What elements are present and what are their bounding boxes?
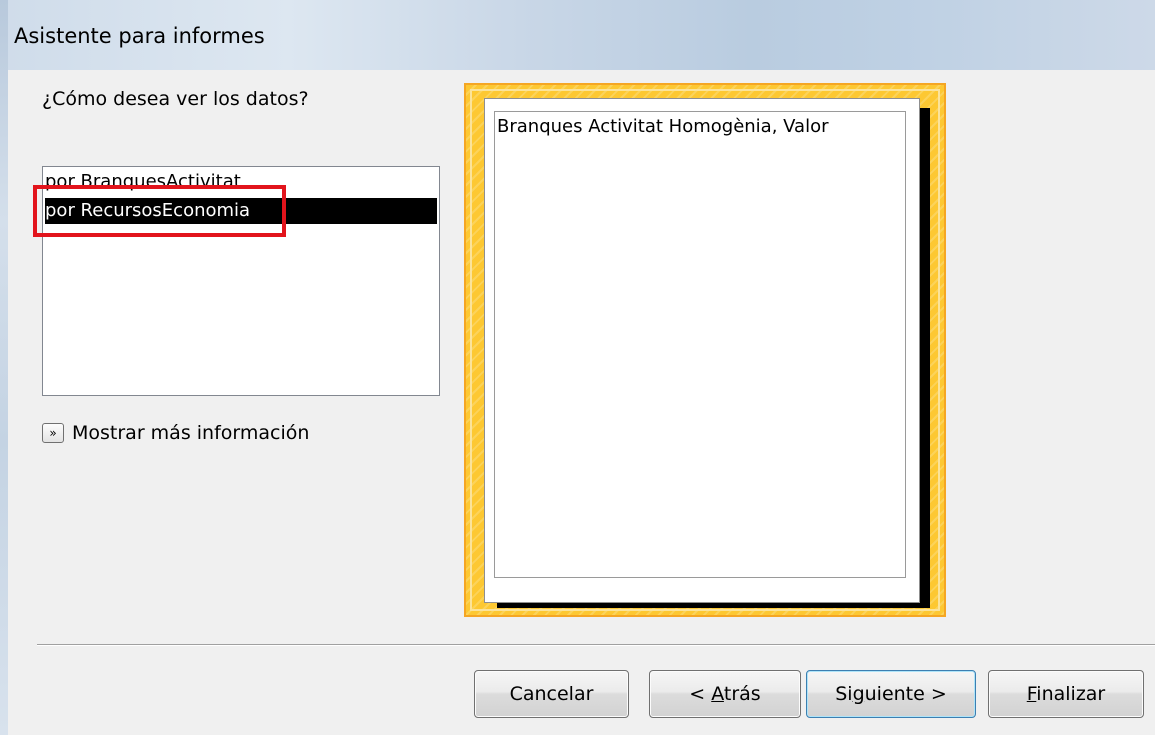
next-button[interactable]: Siguiente >	[806, 670, 976, 718]
back-button[interactable]: < Atrás	[649, 670, 801, 718]
next-button-mnemonic: g	[852, 683, 865, 705]
preview-field-text: Branques Activitat Homogènia, Valor	[497, 116, 829, 137]
view-question-label: ¿Cómo desea ver los datos?	[42, 88, 309, 110]
show-more-info-label[interactable]: Mostrar más información	[72, 422, 309, 444]
next-button-rest: uiente >	[864, 683, 947, 705]
back-button-rest: trás	[723, 683, 761, 705]
cancel-button-label: Cancelar	[509, 683, 594, 705]
next-button-prefix: Si	[835, 683, 853, 705]
preview-page-content: Branques Activitat Homogènia, Valor	[494, 111, 906, 578]
back-button-prefix: <	[689, 683, 712, 705]
finish-button-rest: inalizar	[1036, 683, 1106, 705]
annotation-highlight-box	[33, 185, 286, 237]
double-chevron-icon[interactable]: »	[42, 423, 64, 443]
window-title: Asistente para informes	[14, 24, 265, 48]
title-bar[interactable]: Asistente para informes	[0, 0, 1155, 70]
cancel-button[interactable]: Cancelar	[474, 670, 629, 718]
report-wizard-window: Asistente para informes ¿Cómo desea ver …	[0, 0, 1155, 735]
show-more-info[interactable]: » Mostrar más información	[42, 420, 309, 446]
finish-button[interactable]: Finalizar	[988, 670, 1144, 718]
finish-button-mnemonic: F	[1026, 683, 1037, 705]
button-separator	[37, 644, 1155, 646]
window-frame-edge	[0, 0, 8, 735]
back-button-mnemonic: A	[711, 683, 724, 705]
